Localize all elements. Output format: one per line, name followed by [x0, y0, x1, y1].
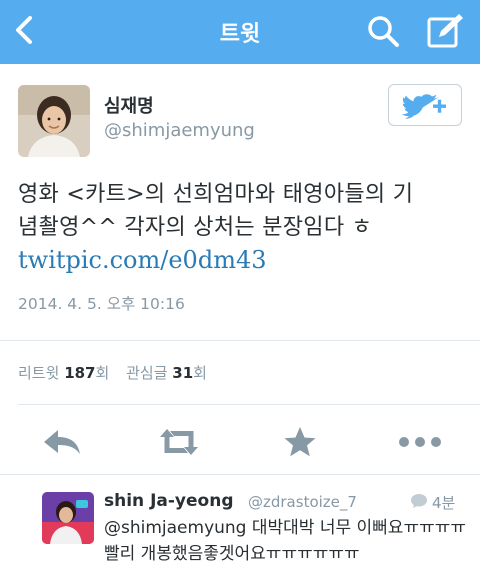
- divider: [0, 474, 480, 475]
- reply-author-handle[interactable]: @zdrastoize_7: [248, 493, 357, 511]
- conversation-bubble-icon: [411, 494, 427, 508]
- tweet-text-line-1: 영화 <카트>의 선희엄마와 태영아들의 기: [18, 182, 414, 207]
- tweet-text-line-2: 념촬영^^ 각자의 상처는 분장임다 ㅎ: [18, 215, 373, 240]
- retweets-count[interactable]: 187: [64, 364, 95, 382]
- reply-icon[interactable]: [40, 422, 86, 462]
- divider: [18, 404, 480, 405]
- author-avatar[interactable]: [18, 85, 90, 157]
- star-icon[interactable]: [277, 422, 323, 462]
- retweets-label: 리트윗: [18, 364, 60, 382]
- retweets-unit: 회: [95, 364, 110, 382]
- navigation-bar: 트윗: [0, 0, 480, 64]
- page-title: 트윗: [219, 22, 261, 47]
- retweet-icon[interactable]: [156, 422, 202, 462]
- tweet-text: 영화 <카트>의 선희엄마와 태영아들의 기 념촬영^^ 각자의 상처는 분장임…: [18, 178, 468, 244]
- tweet-link[interactable]: twitpic.com/e0dm43: [18, 246, 266, 274]
- follow-bird-plus-icon: [401, 94, 446, 119]
- follow-button[interactable]: [388, 84, 462, 126]
- more-dots-icon[interactable]: [396, 422, 446, 462]
- favorites-label: 관심글: [126, 364, 168, 382]
- tweet-action-bar: [0, 414, 480, 470]
- favorites-unit: 회: [193, 364, 207, 382]
- author-handle[interactable]: @shimjaemyung: [104, 120, 255, 141]
- divider: [0, 340, 480, 341]
- author-name[interactable]: 심재명: [104, 92, 154, 118]
- reply-text: @shimjaemyung 대박대박 너무 이뻐요ㅠㅠㅠㅠ 빨리 개봉했음좋겟어…: [104, 518, 467, 564]
- favorites-count[interactable]: 31: [172, 364, 193, 382]
- chevron-left-icon[interactable]: [10, 12, 40, 48]
- reply-time: 4분: [432, 494, 456, 512]
- tweet-timestamp: 2014. 4. 5. 오후 10:16: [18, 295, 185, 313]
- tweet-stats: 리트윗 187회 관심글 31회: [18, 362, 207, 383]
- compose-icon[interactable]: [425, 11, 467, 51]
- reply-avatar[interactable]: [42, 492, 94, 544]
- reply-author-name[interactable]: shin Ja-yeong: [104, 491, 233, 511]
- search-icon[interactable]: [365, 13, 401, 49]
